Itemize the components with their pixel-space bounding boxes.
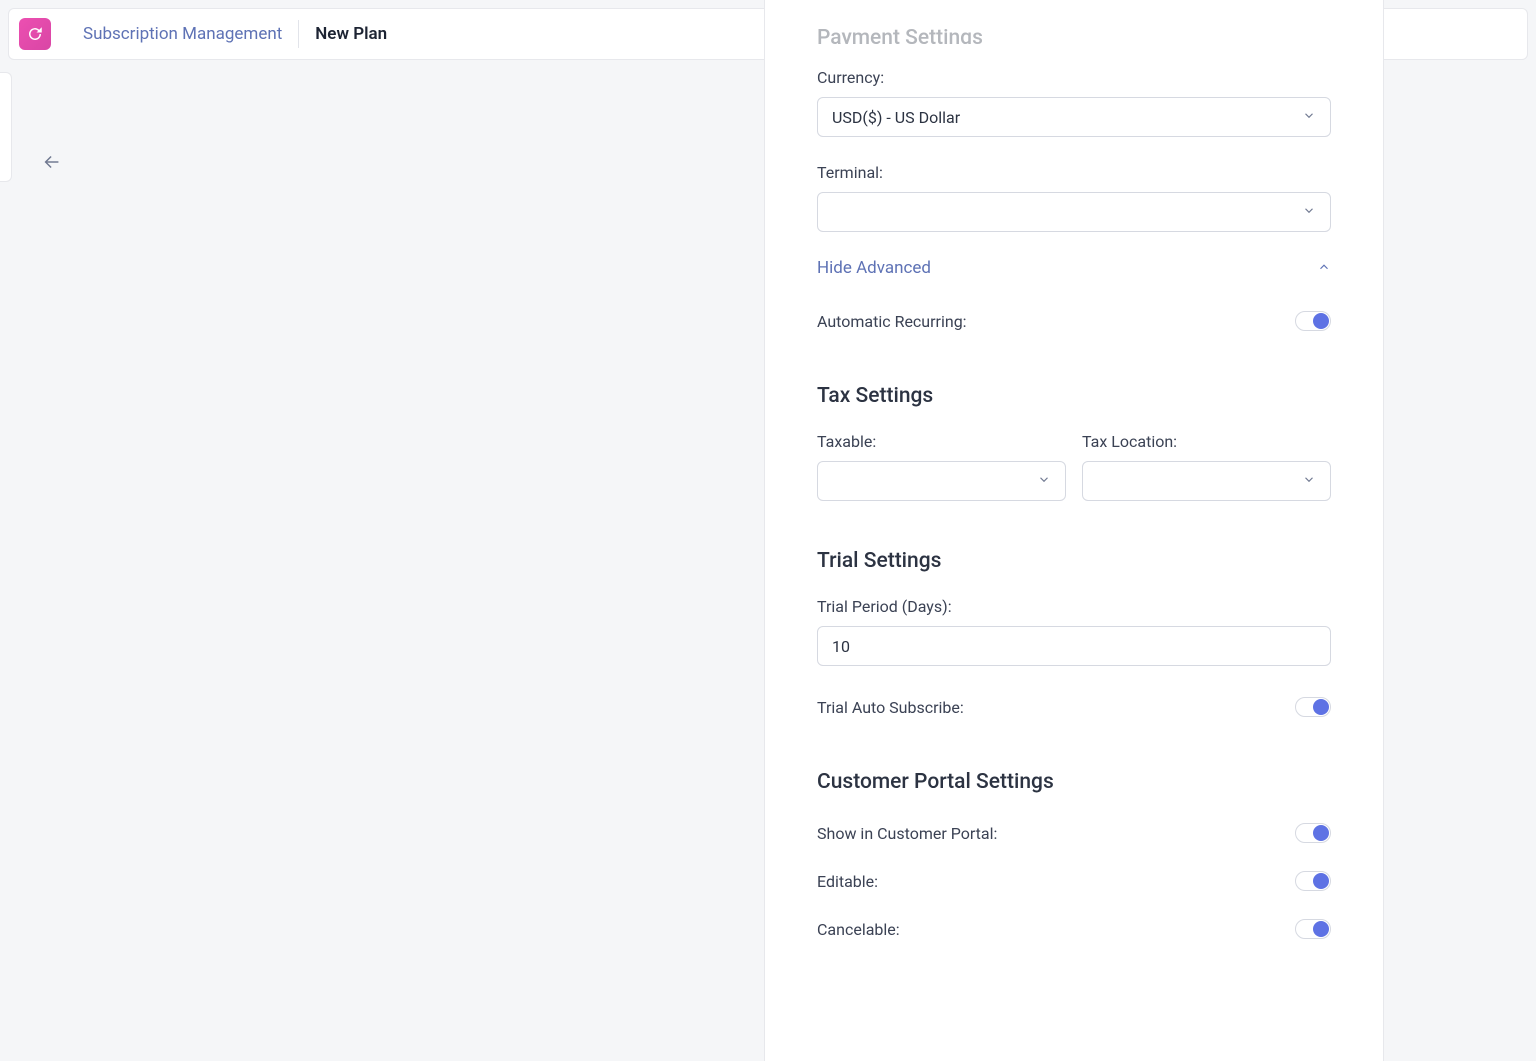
trial-period-label: Trial Period (Days): <box>817 597 1331 616</box>
tax-settings-heading: Tax Settings <box>817 384 1331 408</box>
currency-field: Currency: USD($) - US Dollar <box>817 68 1331 137</box>
chevron-down-icon <box>1037 472 1051 491</box>
form-panel: Payment Settings Currency: USD($) - US D… <box>764 0 1384 1061</box>
show-in-portal-row: Show in Customer Portal: <box>817 818 1331 848</box>
terminal-select[interactable] <box>817 192 1331 232</box>
hide-advanced-toggle[interactable]: Hide Advanced <box>817 258 1331 278</box>
toggle-knob <box>1313 921 1329 937</box>
back-button[interactable] <box>38 148 66 176</box>
show-in-portal-toggle[interactable] <box>1295 823 1331 843</box>
left-panel-stub <box>0 72 12 182</box>
cancelable-toggle[interactable] <box>1295 919 1331 939</box>
trial-period-field: Trial Period (Days): 10 <box>817 597 1331 666</box>
chevron-up-icon <box>1317 259 1331 278</box>
app-icon <box>19 18 51 50</box>
currency-label: Currency: <box>817 68 1331 87</box>
chevron-down-icon <box>1302 108 1316 127</box>
terminal-label: Terminal: <box>817 163 1331 182</box>
toggle-knob <box>1313 699 1329 715</box>
trial-auto-subscribe-label: Trial Auto Subscribe: <box>817 698 964 717</box>
chevron-down-icon <box>1302 203 1316 222</box>
payment-settings-heading: Payment Settings <box>817 0 1331 44</box>
portal-settings-heading: Customer Portal Settings <box>817 770 1331 794</box>
trial-auto-subscribe-toggle[interactable] <box>1295 697 1331 717</box>
cancelable-row: Cancelable: <box>817 914 1331 944</box>
currency-select[interactable]: USD($) - US Dollar <box>817 97 1331 137</box>
terminal-field: Terminal: <box>817 163 1331 232</box>
breadcrumb-current: New Plan <box>299 8 403 60</box>
automatic-recurring-toggle[interactable] <box>1295 311 1331 331</box>
toggle-knob <box>1313 825 1329 841</box>
tax-location-field: Tax Location: <box>1082 432 1331 501</box>
trial-auto-subscribe-row: Trial Auto Subscribe: <box>817 692 1331 722</box>
tax-location-select[interactable] <box>1082 461 1331 501</box>
trial-settings-heading: Trial Settings <box>817 549 1331 573</box>
toggle-knob <box>1313 873 1329 889</box>
tax-two-col: Taxable: Tax Location: <box>817 432 1331 501</box>
editable-toggle[interactable] <box>1295 871 1331 891</box>
tax-location-label: Tax Location: <box>1082 432 1331 451</box>
arrow-left-icon <box>41 151 63 173</box>
hide-advanced-label: Hide Advanced <box>817 258 931 278</box>
breadcrumb-home[interactable]: Subscription Management <box>67 8 298 60</box>
editable-label: Editable: <box>817 872 878 891</box>
trial-period-input[interactable]: 10 <box>817 626 1331 666</box>
automatic-recurring-label: Automatic Recurring: <box>817 312 967 331</box>
cancelable-label: Cancelable: <box>817 920 900 939</box>
editable-row: Editable: <box>817 866 1331 896</box>
chevron-down-icon <box>1302 472 1316 491</box>
currency-value: USD($) - US Dollar <box>832 108 960 127</box>
taxable-field: Taxable: <box>817 432 1066 501</box>
taxable-select[interactable] <box>817 461 1066 501</box>
automatic-recurring-row: Automatic Recurring: <box>817 306 1331 336</box>
toggle-knob <box>1313 313 1329 329</box>
taxable-label: Taxable: <box>817 432 1066 451</box>
show-in-portal-label: Show in Customer Portal: <box>817 824 997 843</box>
trial-period-value: 10 <box>832 637 850 656</box>
recurring-icon <box>26 25 44 43</box>
